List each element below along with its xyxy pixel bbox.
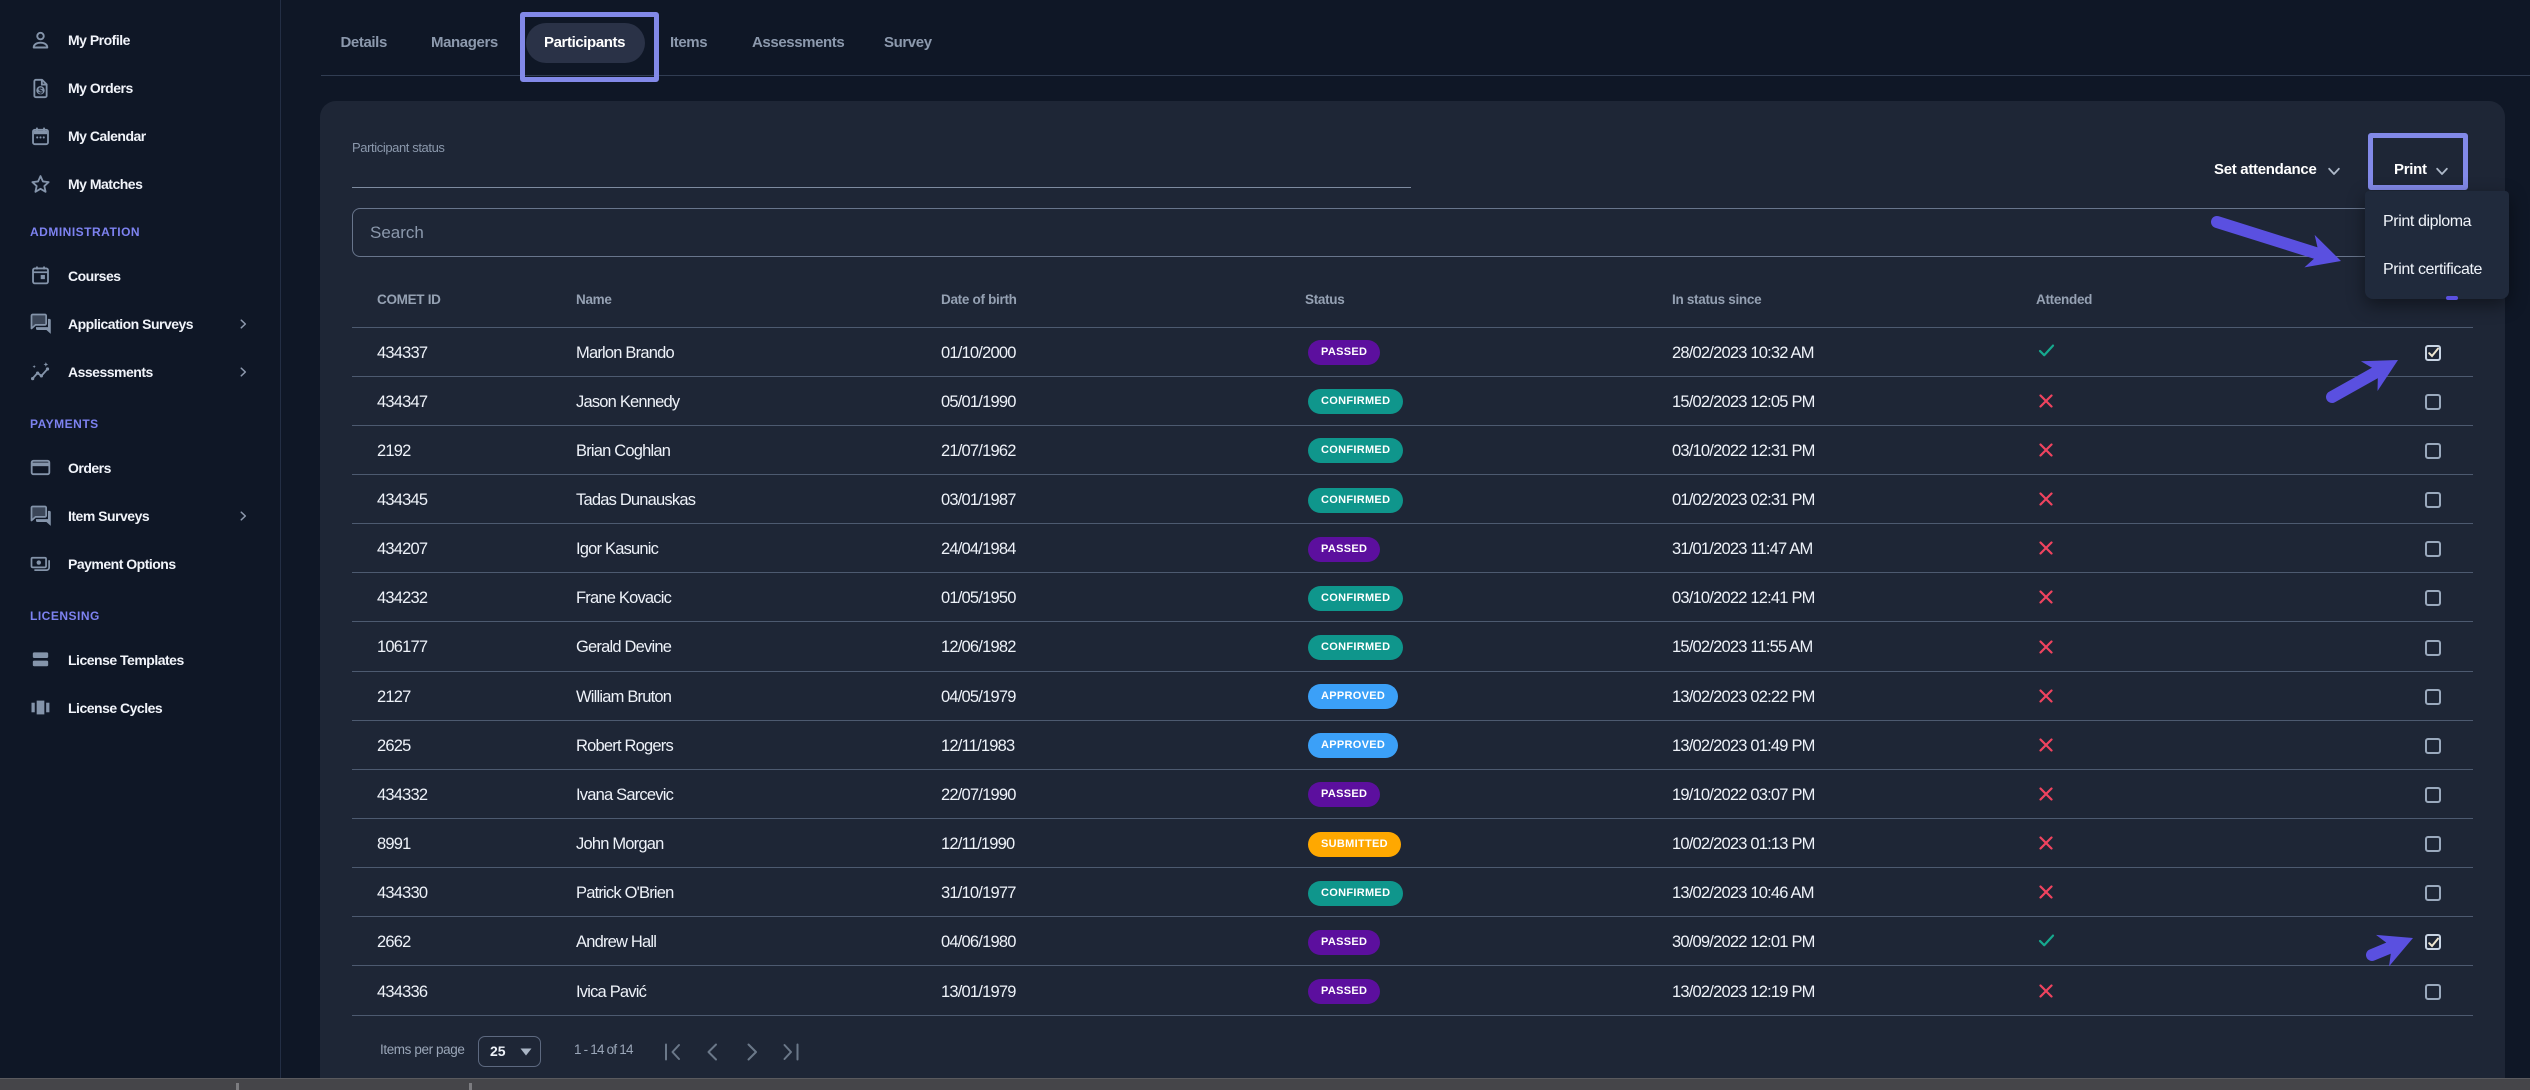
svg-text:$: $ — [38, 86, 43, 95]
